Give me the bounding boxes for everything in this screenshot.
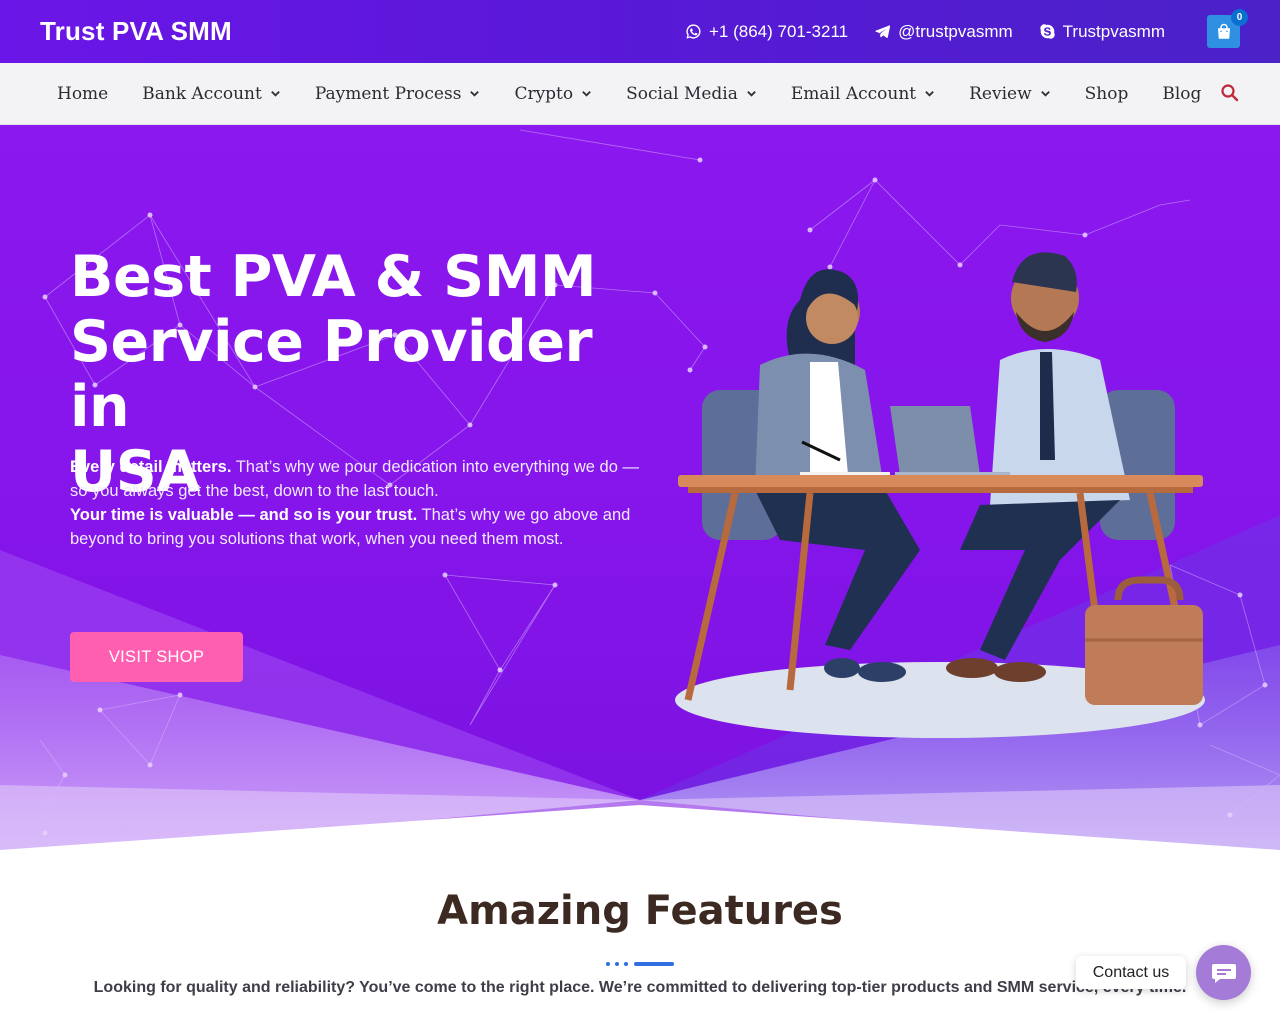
contact-links: +1 (864) 701-3211 @trustpvasmm Trustpvas… (685, 9, 1248, 48)
hero-illustration (675, 252, 1205, 738)
top-bar: Trust PVA SMM +1 (864) 701-3211 @trustpv… (0, 0, 1280, 63)
nav-label: Blog (1162, 83, 1202, 104)
features-title: Amazing Features (437, 888, 843, 934)
nav-label: Payment Process (314, 83, 462, 104)
nav-label: Social Media (626, 83, 738, 104)
main-nav: Home Bank Account Payment Process Crypto… (0, 63, 1280, 125)
cart-count-badge: 0 (1231, 9, 1248, 26)
telegram-icon (875, 25, 891, 39)
nav-label: Review (969, 83, 1032, 104)
telegram-link[interactable]: @trustpvasmm (874, 22, 1013, 42)
nav-item-home[interactable]: Home (40, 84, 125, 104)
chat-icon (1211, 963, 1236, 983)
chevron-down-icon (925, 91, 934, 97)
site-brand[interactable]: Trust PVA SMM (40, 16, 232, 47)
chevron-down-icon (1040, 91, 1050, 97)
nav-item-crypto[interactable]: Crypto (497, 84, 609, 104)
nav-item-blog[interactable]: Blog (1145, 84, 1218, 104)
nav-label: Crypto (514, 83, 574, 104)
nav-label: Home (57, 83, 109, 104)
whatsapp-icon (686, 24, 701, 39)
phone-link[interactable]: +1 (864) 701-3211 (685, 22, 848, 42)
contact-us-button[interactable] (1196, 945, 1251, 1000)
chevron-down-icon (582, 91, 591, 97)
skype-icon (1040, 24, 1055, 39)
telegram-handle: @trustpvasmm (898, 21, 1013, 41)
hero-description: Every detail matters. That’s why we pour… (70, 455, 660, 551)
hero-text-bold: Every detail matters. (70, 458, 232, 476)
nav-item-review[interactable]: Review (952, 84, 1068, 104)
cart-icon (1217, 23, 1230, 39)
nav-item-bank-account[interactable]: Bank Account (125, 84, 298, 104)
nav-item-social-media[interactable]: Social Media (609, 84, 774, 104)
nav-item-shop[interactable]: Shop (1068, 84, 1146, 104)
hero-text-bold: Your time is valuable — and so is your t… (70, 506, 418, 524)
section-divider (606, 962, 674, 966)
phone-number: +1 (864) 701-3211 (709, 21, 849, 41)
contact-us-label[interactable]: Contact us (1076, 956, 1186, 989)
chevron-down-icon (271, 91, 280, 97)
hero-section: Best PVA & SMM Service Provider in USA E… (0, 125, 1280, 860)
skype-link[interactable]: Trustpvasmm (1039, 22, 1165, 42)
hero-title-line: Service Provider in (70, 309, 593, 440)
nav-item-email-account[interactable]: Email Account (774, 84, 952, 104)
chevron-down-icon (747, 91, 756, 97)
nav-item-payment-process[interactable]: Payment Process (298, 84, 498, 104)
chevron-down-icon (470, 91, 480, 97)
skype-handle: Trustpvasmm (1062, 21, 1165, 41)
nav-label: Bank Account (142, 83, 262, 104)
visit-shop-button[interactable]: VISIT SHOP (70, 632, 243, 682)
hero-title-line: Best PVA & SMM (70, 244, 597, 310)
search-icon[interactable] (1220, 83, 1240, 103)
cart-button[interactable]: 0 (1207, 9, 1248, 48)
nav-label: Email Account (790, 83, 917, 104)
nav-label: Shop (1084, 83, 1129, 104)
